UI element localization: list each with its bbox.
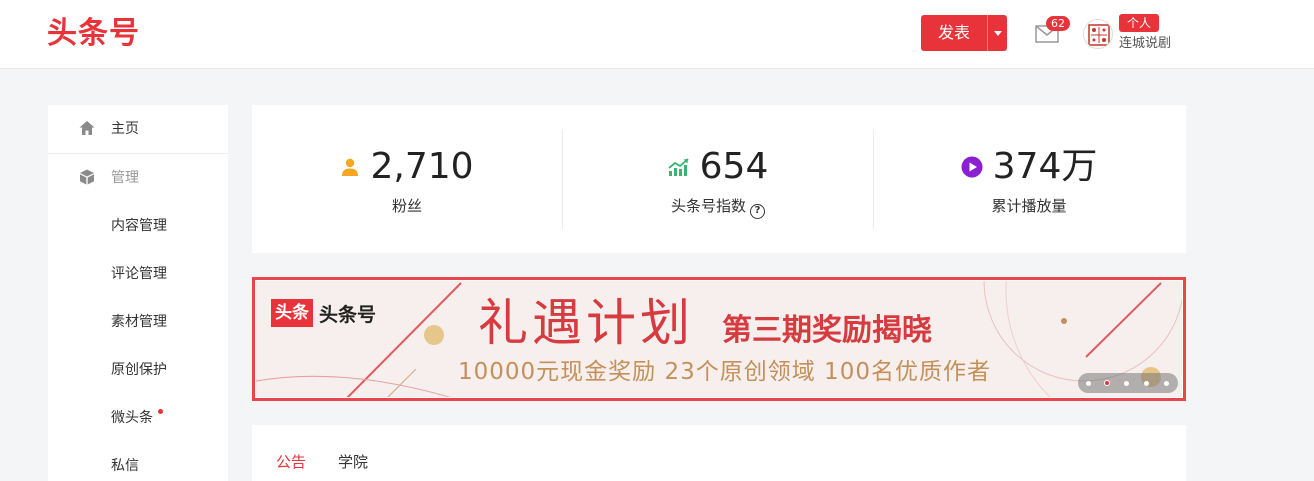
tab-academy[interactable]: 学院: [338, 452, 368, 472]
stat-fans[interactable]: 2,710 粉丝: [252, 105, 562, 253]
publish-button-label[interactable]: 发表: [921, 15, 987, 51]
banner-tagline: 10000元现金奖励 23个原创领域 100名优质作者: [458, 359, 991, 385]
carousel-dot[interactable]: [1144, 381, 1149, 386]
banner-title: 礼遇计划: [478, 294, 694, 352]
banner-logo-text: 头条号: [319, 303, 377, 326]
user-icon: [342, 158, 359, 176]
sidebar-item-original-protection[interactable]: 原创保护: [48, 346, 228, 394]
cube-icon: [80, 169, 94, 185]
home-icon: [79, 121, 95, 135]
banner-logo-box: 头条: [271, 299, 313, 327]
plays-label: 累计播放量: [991, 197, 1067, 215]
fans-label: 粉丝: [391, 197, 422, 215]
publish-dropdown-toggle[interactable]: [987, 15, 1007, 51]
sidebar-item-comment-manage[interactable]: 评论管理: [48, 250, 228, 298]
index-label: 头条号指数: [670, 197, 746, 215]
carousel-dot[interactable]: [1086, 381, 1091, 386]
sidebar-item-content-manage[interactable]: 内容管理: [48, 202, 228, 250]
fans-count: 2,710: [370, 146, 474, 187]
mail-count-badge: 62: [1046, 16, 1070, 31]
sidebar-item-private-message[interactable]: 私信: [48, 442, 228, 481]
carousel-dot[interactable]: [1124, 381, 1129, 386]
carousel-dot[interactable]: [1164, 381, 1169, 386]
stats-card: 2,710 粉丝 654 头条号指数? 374万 累计播放量: [252, 105, 1186, 253]
index-value: 654: [699, 146, 769, 187]
sidebar-item-label: 私信: [111, 458, 139, 474]
stat-index[interactable]: 654 头条号指数?: [563, 105, 873, 253]
account-type-badge: 个人: [1119, 14, 1159, 32]
sidebar-item-label: 原创保护: [111, 362, 167, 378]
trend-icon: [668, 158, 689, 176]
tab-announcement[interactable]: 公告: [276, 452, 306, 472]
plays-count: 374万: [992, 146, 1098, 187]
publish-button[interactable]: 发表: [921, 15, 1007, 51]
new-dot-badge: [158, 409, 163, 414]
app-logo[interactable]: 头条号: [47, 14, 140, 54]
account-name[interactable]: 连城说剧: [1119, 35, 1171, 53]
sidebar-item-label: 微头条: [111, 410, 153, 426]
banner-subtitle: 第三期奖励揭晓: [722, 313, 932, 348]
carousel-indicator[interactable]: [1078, 373, 1178, 393]
avatar-seal-icon: [1088, 24, 1110, 46]
banner-logo: 头条 头条号: [271, 299, 376, 327]
avatar[interactable]: [1083, 19, 1113, 49]
sidebar-item-micro-headline[interactable]: 微头条: [48, 394, 228, 442]
sidebar-item-label: 素材管理: [111, 314, 167, 330]
help-icon[interactable]: ?: [750, 204, 765, 219]
sidebar-item-label: 评论管理: [111, 266, 167, 282]
sidebar-item-label: 主页: [111, 121, 139, 137]
sidebar-item-manage[interactable]: 管理: [48, 154, 228, 202]
caret-down-icon: [993, 30, 1002, 36]
sidebar-item-home[interactable]: 主页: [48, 105, 228, 153]
stat-plays[interactable]: 374万 累计播放量: [874, 105, 1184, 253]
index-label-row: 头条号指数?: [563, 195, 873, 219]
sidebar-item-label: 内容管理: [111, 218, 167, 234]
play-icon: [961, 156, 983, 178]
sidebar-item-material-manage[interactable]: 素材管理: [48, 298, 228, 346]
notice-panel: 公告 学院: [252, 425, 1186, 481]
carousel-dot-active[interactable]: [1104, 380, 1110, 386]
sidebar-item-label: 管理: [111, 170, 139, 186]
promo-banner-inner: 头条 头条号 礼遇计划 第三期奖励揭晓 10000元现金奖励 23个原创领域 1…: [255, 280, 1183, 398]
sidebar: 主页 管理 内容管理 评论管理 素材管理 原创保护 微头条 私信: [48, 105, 228, 481]
top-header: 头条号 发表 62 个人 连城说剧: [0, 0, 1314, 69]
promo-banner[interactable]: 头条 头条号 礼遇计划 第三期奖励揭晓 10000元现金奖励 23个原创领域 1…: [252, 277, 1186, 401]
